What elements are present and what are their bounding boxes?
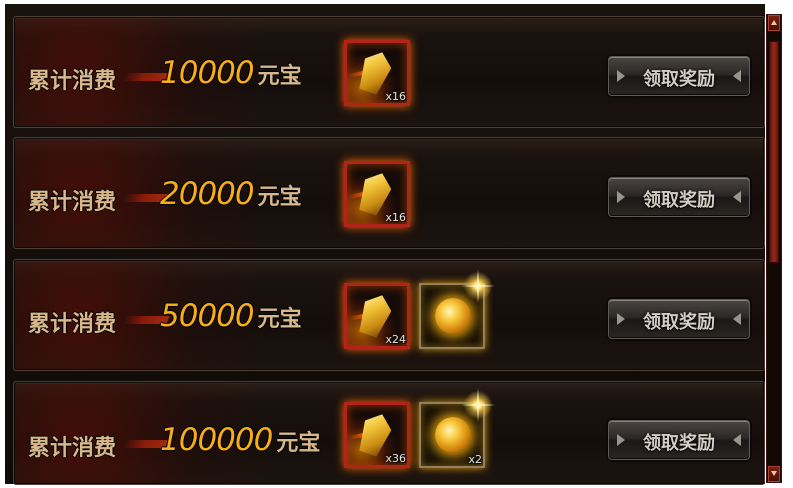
- arrow-down-icon: [771, 471, 777, 476]
- scroll-thumb[interactable]: [769, 41, 779, 263]
- claim-reward-label: 领取奖励: [643, 312, 715, 333]
- sparkle-icon: [461, 269, 495, 303]
- currency-label: 元宝: [257, 307, 302, 332]
- reward-quantity: x16: [385, 90, 406, 103]
- reward-item-crystal[interactable]: x16: [344, 40, 410, 106]
- reward-panel: 累计消费 10000 元宝 x16 领取奖励 累计消费 20000 元宝 x16…: [0, 0, 793, 488]
- claim-reward-label: 领取奖励: [643, 190, 715, 211]
- reward-item-crystal[interactable]: x24: [344, 283, 410, 349]
- claim-reward-label: 领取奖励: [643, 433, 715, 454]
- currency-label: 元宝: [257, 185, 302, 210]
- threshold-amount: 20000: [160, 176, 255, 212]
- sparkle-icon: [461, 388, 495, 422]
- reward-quantity: x16: [385, 211, 406, 224]
- threshold-group: 20000 元宝: [160, 176, 302, 212]
- reward-condition-label: 累计消费: [28, 69, 117, 94]
- rewards-list: 累计消费 10000 元宝 x16 领取奖励 累计消费 20000 元宝 x16…: [5, 4, 765, 485]
- threshold-amount: 10000: [160, 55, 255, 91]
- threshold-group: 50000 元宝: [160, 298, 302, 334]
- reward-condition-label: 累计消费: [28, 190, 117, 215]
- reward-row: 累计消费 100000 元宝 x36 x2 领取奖励: [13, 381, 765, 485]
- claim-reward-button[interactable]: 领取奖励: [608, 56, 750, 96]
- reward-quantity: x36: [385, 452, 406, 465]
- threshold-amount: 100000: [160, 422, 273, 458]
- reward-item-golden-orb[interactable]: x2: [419, 388, 495, 468]
- reward-item-crystal[interactable]: x16: [344, 161, 410, 227]
- reward-row: 累计消费 20000 元宝 x16 领取奖励: [13, 137, 765, 249]
- threshold-group: 100000 元宝: [160, 422, 320, 458]
- button-ornament-right-icon: [733, 191, 741, 203]
- reward-row: 累计消费 10000 元宝 x16 领取奖励: [13, 16, 765, 128]
- claim-reward-button[interactable]: 领取奖励: [608, 177, 750, 217]
- threshold-amount: 50000: [160, 298, 255, 334]
- reward-quantity: x24: [385, 333, 406, 346]
- golden-orb-icon: [435, 298, 471, 334]
- reward-condition-label: 累计消费: [28, 436, 117, 461]
- reward-row: 累计消费 50000 元宝 x24 领取奖励: [13, 259, 765, 371]
- claim-reward-button[interactable]: 领取奖励: [608, 420, 750, 460]
- reward-condition-label: 累计消费: [28, 312, 117, 337]
- button-ornament-right-icon: [733, 70, 741, 82]
- reward-item-crystal[interactable]: x36: [344, 402, 410, 468]
- currency-label: 元宝: [257, 64, 302, 89]
- claim-reward-label: 领取奖励: [643, 69, 715, 90]
- reward-quantity: x2: [468, 453, 482, 466]
- arrow-up-icon: [771, 20, 777, 25]
- reward-item-golden-orb[interactable]: [419, 269, 495, 349]
- button-ornament-right-icon: [733, 313, 741, 325]
- scroll-up-button[interactable]: [768, 15, 780, 31]
- currency-label: 元宝: [276, 431, 321, 456]
- button-ornament-right-icon: [733, 434, 741, 446]
- vertical-scrollbar[interactable]: [766, 14, 782, 483]
- scroll-down-button[interactable]: [768, 466, 780, 482]
- threshold-group: 10000 元宝: [160, 55, 302, 91]
- claim-reward-button[interactable]: 领取奖励: [608, 299, 750, 339]
- golden-orb-icon: [435, 417, 471, 453]
